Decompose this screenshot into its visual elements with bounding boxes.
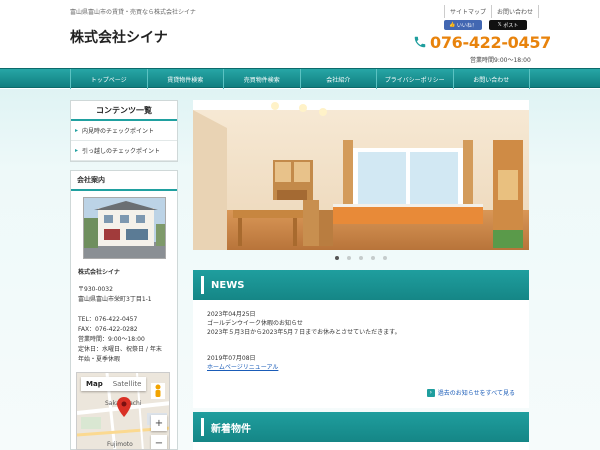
slide-dot[interactable]	[371, 256, 375, 260]
slide-dot[interactable]	[347, 256, 351, 260]
slideshow-pager	[193, 256, 529, 264]
new-properties-section: 新着物件	[193, 412, 529, 450]
contents-list-title: コンテンツ一覧	[71, 101, 177, 121]
company-name: 株式会社シイナ	[78, 269, 120, 276]
sidebar-item-viewing-checkpoints[interactable]: ▸ 内見時のチェックポイント	[71, 121, 177, 141]
news-body: 2023年５月3日から2023年5月７日までお休みとさせていただきます。	[207, 329, 401, 336]
holiday-continued: 年始・夏季休暇	[78, 356, 121, 363]
nav-contact[interactable]: お問い合わせ	[452, 69, 530, 89]
nav-top-page[interactable]: トップページ	[70, 69, 147, 89]
business-hours: 営業時間9:00～18:00	[470, 57, 531, 64]
map-tab-map[interactable]: Map	[81, 377, 108, 391]
news-date: 2023年04月25日	[207, 311, 256, 318]
news-archive-link[interactable]: › 過去のお知らせをすべて見る	[426, 388, 515, 397]
nav-rental-search[interactable]: 賃貸物件検索	[146, 69, 224, 89]
nav-company[interactable]: 会社紹介	[299, 69, 377, 89]
contents-list-box: コンテンツ一覧 ▸ 内見時のチェックポイント ▸ 引っ越しのチェックポイント	[70, 100, 178, 162]
google-map[interactable]: Map Satellite Sakaemachi Fujimoto + −	[76, 372, 170, 450]
arrow-bullet-icon: ▸	[75, 127, 79, 134]
zoom-out-button[interactable]: −	[151, 435, 167, 449]
slide-dot[interactable]	[335, 256, 339, 260]
map-pin-icon[interactable]	[117, 397, 131, 417]
office-building-photo	[83, 197, 166, 259]
news-entry: 2023年04月25日 ゴールデンウイーク休暇のお知らせ 2023年５月3日から…	[207, 310, 401, 337]
slide-dot[interactable]	[383, 256, 387, 260]
company-info-title: 会社案内	[71, 171, 177, 191]
x-post-button[interactable]: 𝕏 ポスト	[489, 20, 527, 30]
map-label-area-2: Fujimoto	[107, 441, 133, 448]
company-logo-text[interactable]: 株式会社シイナ	[70, 27, 168, 47]
slide-dot[interactable]	[359, 256, 363, 260]
news-header: NEWS	[193, 270, 529, 300]
news-link-renewal[interactable]: ホームページリニューアル	[207, 363, 278, 372]
hero-slideshow-image[interactable]	[193, 100, 529, 250]
news-headline: ゴールデンウイーク休暇のお知らせ	[207, 320, 303, 327]
tel: TEL：076-422-0457	[78, 316, 138, 323]
address: 富山県富山市栄町3丁目1-1	[78, 296, 152, 303]
arrow-bullet-icon: ▸	[75, 147, 79, 154]
news-section: NEWS 2023年04月25日 ゴールデンウイーク休暇のお知らせ 2023年５…	[193, 270, 529, 408]
postal-code: 〒930-0032	[78, 286, 113, 293]
sidebar-item-moving-checkpoints[interactable]: ▸ 引っ越しのチェックポイント	[71, 141, 177, 161]
sitemap-link[interactable]: サイトマップ	[444, 5, 491, 18]
contact-link[interactable]: お問い合わせ	[491, 5, 540, 18]
news-title: NEWS	[211, 279, 245, 291]
arrow-right-icon: ›	[426, 388, 435, 397]
fax: FAX：076-422-0282	[78, 326, 138, 333]
news-entry: 2019年07月08日 ホームページリニューアル	[207, 354, 278, 372]
phone-icon	[414, 36, 426, 48]
map-tab-satellite[interactable]: Satellite	[108, 377, 147, 391]
new-properties-title: 新着物件	[211, 423, 251, 435]
nav-sale-search[interactable]: 売買物件検索	[223, 69, 300, 89]
phone-number[interactable]: 076-422-0457	[430, 33, 551, 52]
new-properties-header: 新着物件	[193, 412, 529, 442]
pegman-icon[interactable]	[151, 383, 165, 399]
nav-privacy-policy[interactable]: プライバシーポリシー	[376, 69, 453, 89]
top-links: サイトマップ お問い合わせ	[444, 5, 540, 18]
holiday: 定休日：水曜日、祝祭日 / 年末	[78, 346, 162, 353]
zoom-in-button[interactable]: +	[151, 415, 167, 431]
facebook-like-button[interactable]: 👍 いいね！	[444, 20, 482, 30]
thumbs-up-icon: 👍	[449, 22, 457, 28]
map-type-tabs: Map Satellite	[81, 377, 147, 391]
site-tagline: 富山県富山市の賃貸・売買なら株式会社シイナ	[70, 9, 196, 16]
news-date: 2019年07月08日	[207, 355, 256, 362]
hours: 営業時間：9:00～18:00	[78, 336, 145, 343]
main-nav: トップページ 賃貸物件検索 売買物件検索 会社紹介 プライバシーポリシー お問い…	[0, 68, 600, 89]
